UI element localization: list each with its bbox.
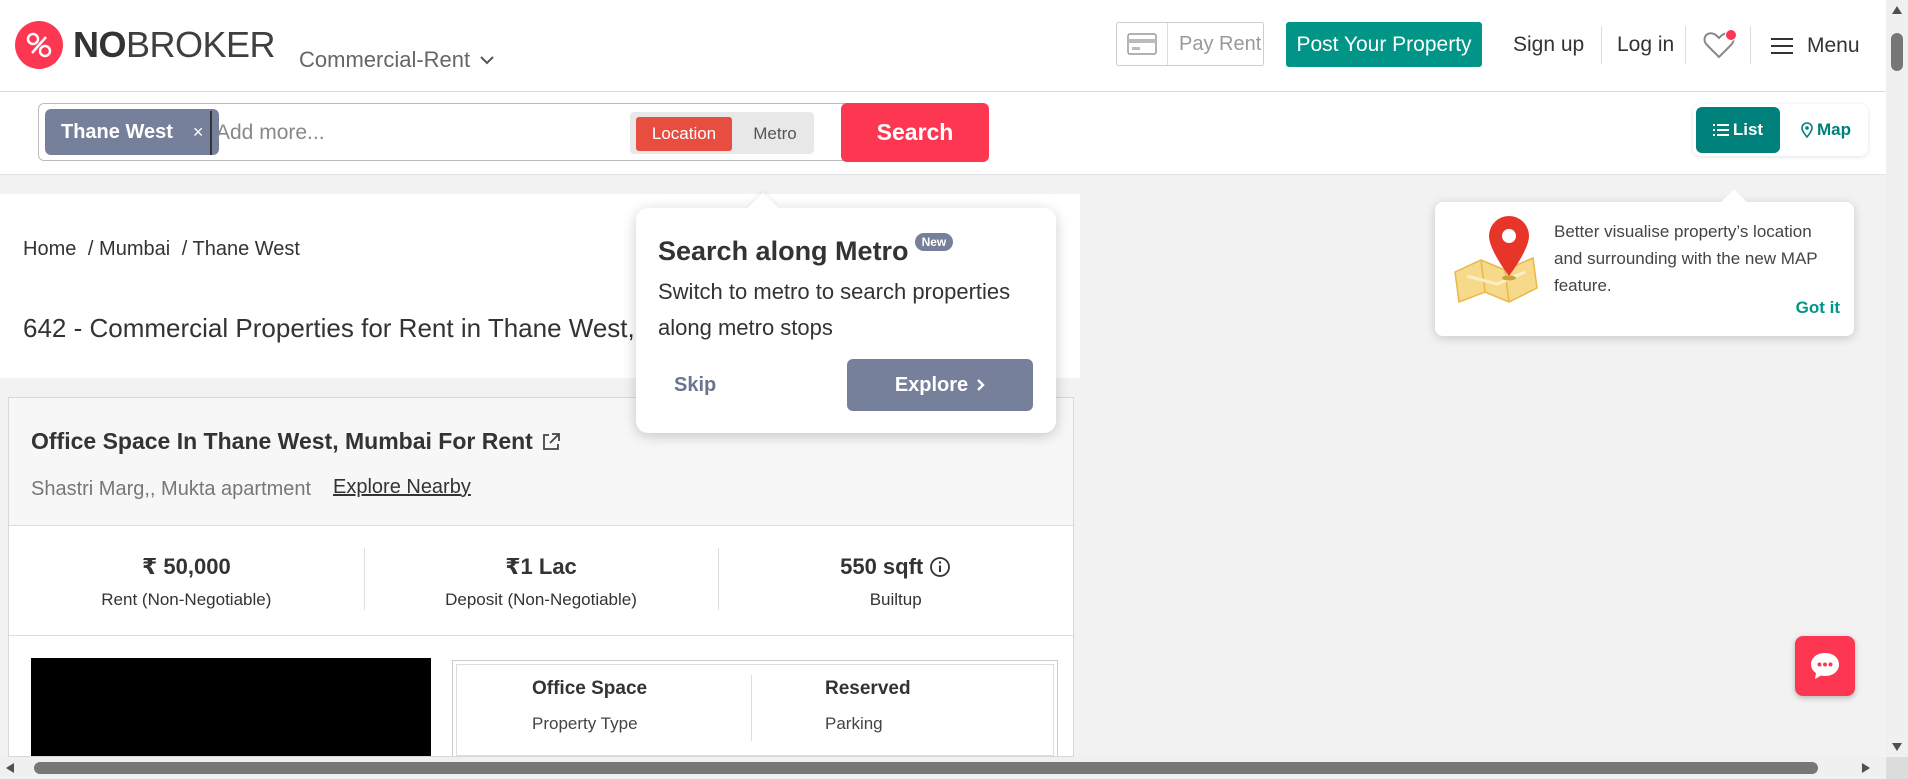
property-specs: Office Space Property Type Reserved Park… <box>452 660 1058 756</box>
page-title: 642 - Commercial Properties for Rent in … <box>23 313 679 343</box>
list-view-button[interactable]: List <box>1696 107 1780 153</box>
metro-popup-title: Search along Metro <box>658 236 909 266</box>
property-type-value: Office Space <box>532 678 648 699</box>
list-icon <box>1712 124 1729 136</box>
chevron-right-icon <box>977 379 985 391</box>
vertical-scroll-thumb[interactable] <box>1891 33 1903 71</box>
map-view-button[interactable]: Map <box>1789 107 1863 153</box>
credit-card-icon <box>1117 23 1168 65</box>
nav-divider <box>1685 26 1686 64</box>
parking-label: Parking <box>825 714 883 733</box>
property-type-spec: Office Space Property Type <box>532 678 647 734</box>
spec-divider <box>751 675 752 741</box>
area-value-row: 550 sqft <box>718 554 1073 580</box>
chevron-down-icon <box>480 56 494 65</box>
top-header: NOBROKER Commercial-Rent Pay Rent Post Y… <box>0 0 1886 92</box>
info-icon[interactable] <box>929 556 951 578</box>
map-pin-icon <box>1801 122 1813 138</box>
nobroker-logo[interactable]: NOBROKER <box>15 21 276 69</box>
explore-nearby-link[interactable]: Explore Nearby <box>333 476 471 499</box>
search-input[interactable] <box>210 111 628 155</box>
explore-button[interactable]: Explore <box>847 359 1033 411</box>
map-popup-text: Better visualise property’s location and… <box>1554 222 1818 295</box>
horizontal-scroll-thumb[interactable] <box>34 762 1818 774</box>
location-chip-label: Thane West <box>61 120 173 143</box>
breadcrumb-city[interactable]: / Mumbai <box>88 238 170 260</box>
property-title: Office Space In Thane West, Mumbai For R… <box>31 428 533 454</box>
breadcrumb-home[interactable]: Home <box>23 238 76 260</box>
new-badge: New <box>914 233 954 251</box>
menu-label: Menu <box>1807 34 1860 57</box>
horizontal-scrollbar[interactable] <box>0 757 1908 779</box>
search-button[interactable]: Search <box>841 103 989 162</box>
property-image[interactable] <box>31 658 431 756</box>
location-chip[interactable]: Thane West × <box>45 109 220 155</box>
parking-value: Reserved <box>825 678 911 699</box>
got-it-button[interactable]: Got it <box>1796 298 1840 318</box>
metro-search-popup: Search along Metro New Switch to metro t… <box>636 192 1056 433</box>
nobroker-logo-icon <box>15 21 63 69</box>
pay-rent-button[interactable]: Pay Rent <box>1116 22 1264 66</box>
scroll-down-arrow-icon[interactable] <box>1892 743 1902 751</box>
menu-button[interactable]: Menu <box>1771 33 1860 59</box>
vertical-scrollbar[interactable] <box>1886 0 1908 757</box>
pay-rent-label: Pay Rent <box>1179 32 1262 55</box>
list-view-label: List <box>1732 120 1764 139</box>
post-property-button[interactable]: Post Your Property <box>1286 22 1482 67</box>
skip-button[interactable]: Skip <box>674 374 716 397</box>
scroll-up-arrow-icon[interactable] <box>1892 6 1902 14</box>
map-view-label: Map <box>1817 120 1851 139</box>
sign-up-link[interactable]: Sign up <box>1513 33 1584 57</box>
nav-divider <box>1601 26 1602 64</box>
breadcrumb: Home / Mumbai / Thane West <box>23 238 306 261</box>
chat-button[interactable] <box>1795 636 1855 696</box>
metro-mode-button[interactable]: Metro <box>740 117 810 151</box>
explore-label: Explore <box>894 373 969 396</box>
card-body: Office Space Property Type Reserved Park… <box>9 636 1073 756</box>
view-toggle: List Map <box>1693 104 1868 156</box>
search-mode-toggle: Location Metro <box>630 112 814 154</box>
scroll-left-arrow-icon[interactable] <box>6 763 14 773</box>
map-feature-popup: Better visualise property’s location and… <box>1435 189 1854 336</box>
search-bar: Thane West × Location Metro Search List … <box>0 92 1886 175</box>
rent-value: ₹ 50,000 <box>141 554 231 579</box>
deposit-stat: ₹1 Lac Deposit (Non-Negotiable) <box>363 526 719 635</box>
rent-label: Rent (Non-Negotiable) <box>101 590 272 609</box>
popup-arrow <box>1721 189 1747 215</box>
area-value: 550 sqft <box>840 554 924 579</box>
category-dropdown[interactable]: Commercial-Rent <box>299 47 494 73</box>
metro-popup-title-row: Search along Metro New <box>658 233 954 267</box>
log-in-link[interactable]: Log in <box>1617 33 1674 57</box>
notification-dot <box>1725 29 1737 41</box>
property-type-label: Property Type <box>532 714 638 733</box>
breadcrumb-locality[interactable]: / Thane West <box>182 238 300 260</box>
rent-stat: ₹ 50,000 Rent (Non-Negotiable) <box>9 526 364 635</box>
metro-popup-text: Switch to metro to search properties alo… <box>658 279 1011 340</box>
specs-inner: Office Space Property Type Reserved Park… <box>456 664 1054 756</box>
external-link-icon <box>542 432 560 450</box>
scrollbar-corner <box>1886 757 1908 779</box>
hamburger-icon <box>1771 33 1793 59</box>
chat-bubble-icon <box>1811 653 1839 679</box>
price-stats: ₹ 50,000 Rent (Non-Negotiable) ₹1 Lac De… <box>9 526 1073 636</box>
area-label: Builtup <box>869 590 922 609</box>
nav-divider <box>1750 26 1751 64</box>
property-card: Office Space In Thane West, Mumbai For R… <box>8 397 1074 757</box>
deposit-label: Deposit (Non-Negotiable) <box>445 590 637 609</box>
property-address: Shastri Marg,, Mukta apartment <box>31 478 312 500</box>
scroll-right-arrow-icon[interactable] <box>1862 763 1870 773</box>
deposit-value: ₹1 Lac <box>505 554 577 579</box>
area-stat: 550 sqft Builtup <box>718 526 1073 635</box>
chip-remove-icon[interactable]: × <box>193 122 204 143</box>
map-location-illustration-icon <box>1454 216 1538 304</box>
parking-spec: Reserved Parking <box>825 678 911 734</box>
logo-wordmark: NOBROKER <box>73 24 276 65</box>
category-label: Commercial-Rent <box>299 47 471 72</box>
location-mode-button[interactable]: Location <box>636 117 732 151</box>
property-title-link[interactable]: Office Space In Thane West, Mumbai For R… <box>31 428 561 455</box>
